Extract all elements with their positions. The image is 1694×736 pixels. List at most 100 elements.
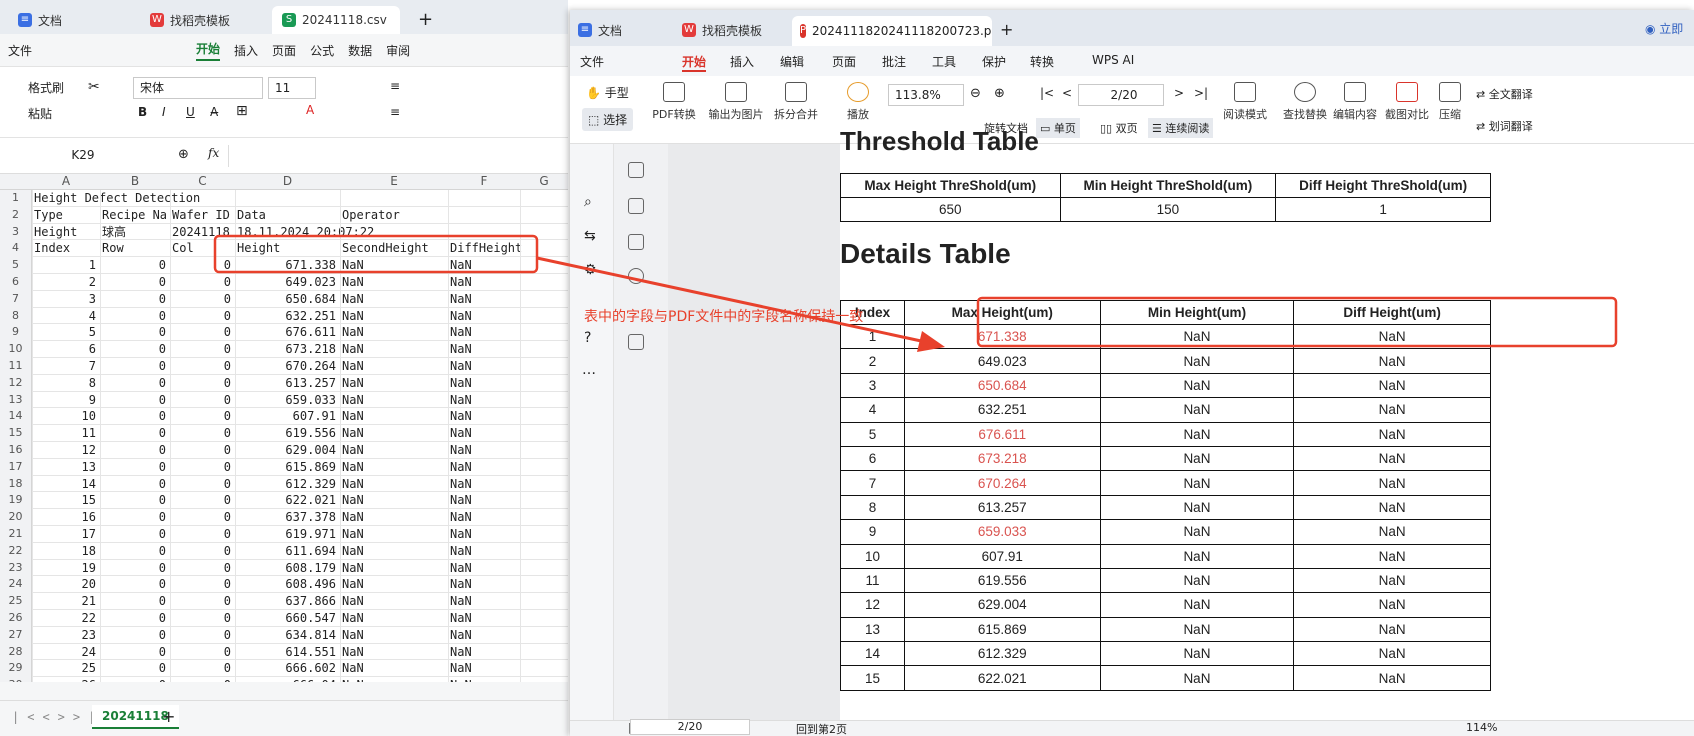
cell[interactable]: 20 bbox=[32, 576, 96, 592]
help-icon[interactable]: ? bbox=[584, 330, 591, 346]
cell[interactable]: 607.91 bbox=[235, 408, 336, 424]
column-header[interactable]: B bbox=[100, 174, 170, 188]
cell[interactable]: 0 bbox=[100, 627, 166, 643]
cell[interactable]: 13 bbox=[32, 459, 96, 475]
back-to-page-link[interactable]: 回到第2页 bbox=[796, 721, 847, 736]
cell[interactable]: 0 bbox=[170, 459, 231, 475]
compare-button[interactable]: 截图对比 bbox=[1380, 82, 1434, 122]
cell[interactable]: 676.611 bbox=[235, 324, 336, 340]
cell[interactable]: 0 bbox=[100, 610, 166, 626]
cell[interactable]: 0 bbox=[170, 543, 231, 559]
split-merge-button[interactable]: 拆分合并 bbox=[766, 82, 826, 122]
menu-home[interactable]: 开始 bbox=[196, 40, 221, 61]
name-box[interactable]: K29 bbox=[10, 145, 150, 167]
cell[interactable]: 0 bbox=[170, 341, 231, 357]
row-header[interactable]: 30 bbox=[0, 677, 32, 682]
bottom-page-input[interactable]: 2/20 bbox=[630, 719, 750, 735]
tab-docs[interactable]: ≡ 文档 bbox=[8, 6, 136, 34]
cell[interactable]: 637.866 bbox=[235, 593, 336, 609]
cell[interactable]: NaN bbox=[342, 442, 364, 458]
cell[interactable]: Recipe Na bbox=[102, 207, 167, 223]
cell[interactable]: DiffHeight bbox=[450, 240, 522, 256]
cell[interactable]: 球高 bbox=[102, 224, 126, 240]
row-header[interactable]: 12 bbox=[0, 374, 32, 392]
row-header[interactable]: 11 bbox=[0, 358, 32, 375]
cell[interactable]: NaN bbox=[342, 576, 364, 592]
cell[interactable]: 0 bbox=[170, 509, 231, 525]
cell[interactable]: NaN bbox=[342, 644, 364, 660]
cell[interactable]: NaN bbox=[342, 324, 364, 340]
menu-item[interactable]: 插入 bbox=[730, 53, 754, 70]
cell[interactable]: 10 bbox=[32, 408, 96, 424]
cell[interactable]: 0 bbox=[100, 442, 166, 458]
column-header[interactable]: F bbox=[448, 174, 520, 188]
underline-icon[interactable]: U bbox=[186, 105, 195, 119]
cell[interactable]: NaN bbox=[450, 560, 472, 576]
cell[interactable]: 0 bbox=[170, 526, 231, 542]
page-input[interactable]: 2/20 bbox=[1078, 84, 1164, 106]
cell[interactable]: 673.218 bbox=[235, 341, 336, 357]
cell[interactable]: 608.496 bbox=[235, 576, 336, 592]
cell[interactable]: 18 bbox=[32, 543, 96, 559]
row-header[interactable]: 3 bbox=[0, 223, 32, 241]
cell[interactable]: NaN bbox=[450, 425, 472, 441]
more-icon[interactable]: … bbox=[582, 362, 596, 378]
row-header[interactable]: 17 bbox=[0, 458, 32, 476]
cell[interactable]: 671.338 bbox=[235, 257, 336, 273]
cell[interactable]: 629.004 bbox=[235, 442, 336, 458]
cell[interactable]: 0 bbox=[170, 593, 231, 609]
cell[interactable]: NaN bbox=[342, 593, 364, 609]
row-header[interactable]: 15 bbox=[0, 425, 32, 442]
cell[interactable]: NaN bbox=[450, 392, 472, 408]
menu-data[interactable]: 数据 bbox=[348, 42, 372, 59]
cell[interactable]: 619.556 bbox=[235, 425, 336, 441]
cell[interactable]: NaN bbox=[450, 526, 472, 542]
row-header[interactable]: 7 bbox=[0, 290, 32, 308]
row-header[interactable]: 22 bbox=[0, 542, 32, 560]
cell[interactable]: 615.869 bbox=[235, 459, 336, 475]
menu-formula[interactable]: 公式 bbox=[310, 42, 334, 59]
sheet-grid[interactable]: ABCDEFG 1 Height Defect Detection 2 Type Rec… bbox=[0, 174, 568, 682]
cell[interactable]: 0 bbox=[170, 358, 231, 374]
cell[interactable]: 0 bbox=[100, 576, 166, 592]
sync-icon[interactable]: ⇆ bbox=[584, 228, 596, 244]
row-header[interactable]: 14 bbox=[0, 408, 32, 426]
cell[interactable]: 0 bbox=[100, 257, 166, 273]
cell[interactable]: 0 bbox=[170, 644, 231, 660]
last-page-icon[interactable]: >| bbox=[1194, 86, 1208, 100]
cell[interactable]: Height Defect Detection bbox=[34, 190, 200, 206]
font-select[interactable]: 宋体 bbox=[133, 77, 263, 99]
strike-icon[interactable]: A̶ bbox=[210, 105, 218, 119]
row-header[interactable]: 10 bbox=[0, 341, 32, 358]
cell[interactable]: 660.547 bbox=[235, 610, 336, 626]
cell[interactable]: 3 bbox=[32, 291, 96, 307]
cell[interactable]: NaN bbox=[450, 660, 472, 676]
cell[interactable]: NaN bbox=[450, 509, 472, 525]
new-tab-icon[interactable]: + bbox=[1000, 20, 1013, 39]
cell[interactable]: 0 bbox=[170, 610, 231, 626]
cell[interactable]: 0 bbox=[100, 660, 166, 676]
cell[interactable]: NaN bbox=[450, 543, 472, 559]
row-header[interactable]: 24 bbox=[0, 576, 32, 594]
cell[interactable]: NaN bbox=[450, 492, 472, 508]
cell[interactable]: 0 bbox=[100, 375, 166, 391]
cell[interactable]: 4 bbox=[32, 308, 96, 324]
single-page-button[interactable]: ▭ 单页 bbox=[1036, 118, 1080, 138]
cell[interactable]: 1 bbox=[32, 257, 96, 273]
row-header[interactable]: 28 bbox=[0, 643, 32, 661]
user-avatar[interactable]: ◉ 立即 bbox=[1645, 20, 1683, 37]
cell[interactable]: 0 bbox=[100, 308, 166, 324]
row-header[interactable]: 13 bbox=[0, 391, 32, 409]
row-header[interactable]: 18 bbox=[0, 475, 32, 493]
cell[interactable]: NaN bbox=[342, 408, 364, 424]
italic-icon[interactable]: I bbox=[162, 105, 166, 119]
cell[interactable]: 612.329 bbox=[235, 476, 336, 492]
tab-templates[interactable]: W 找稻壳模板 bbox=[140, 6, 268, 34]
cell[interactable]: NaN bbox=[342, 543, 364, 559]
row-header[interactable]: 23 bbox=[0, 559, 32, 577]
format-painter-button[interactable]: 格式刷 bbox=[28, 79, 64, 96]
cell[interactable]: 0 bbox=[170, 257, 231, 273]
cell[interactable]: NaN bbox=[342, 274, 364, 290]
menu-file[interactable]: 文件 bbox=[8, 42, 32, 59]
bookmark-icon[interactable] bbox=[628, 162, 644, 178]
